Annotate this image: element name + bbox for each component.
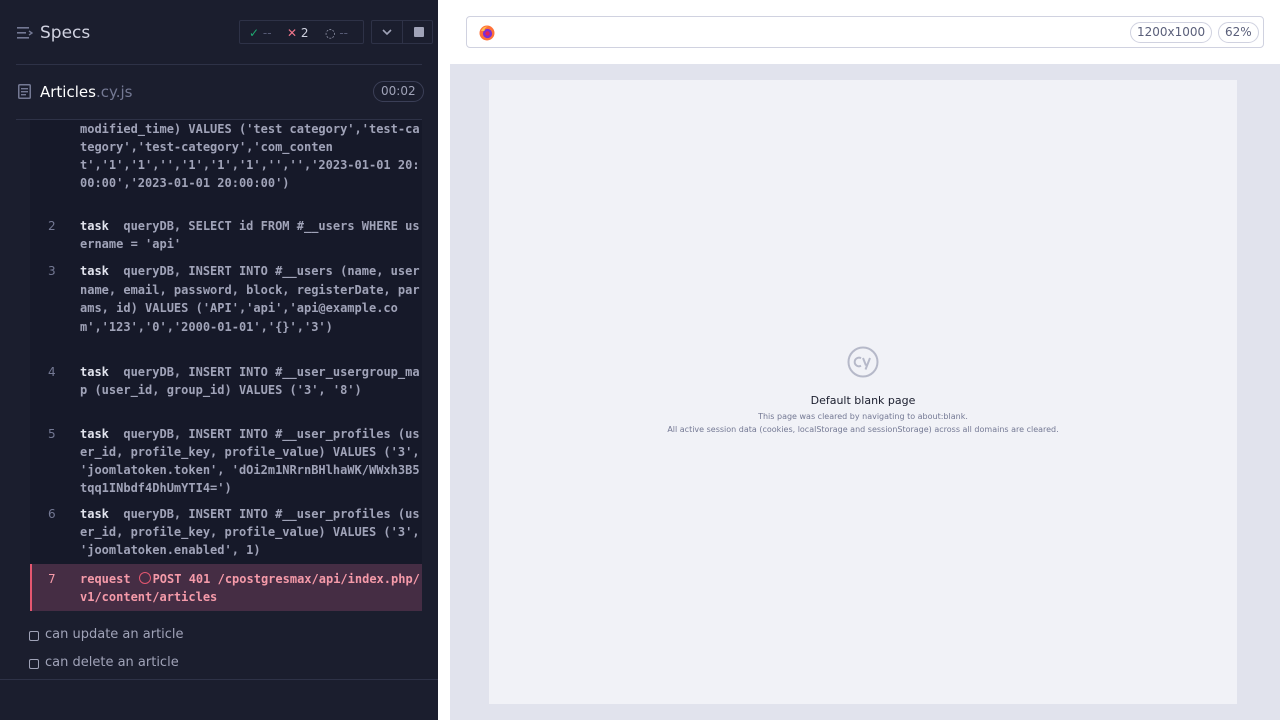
pending-count: -- xyxy=(339,26,348,40)
command-text: task queryDB, INSERT INTO #__user_profil… xyxy=(80,425,420,497)
file-icon xyxy=(18,84,31,99)
failed-command-row[interactable]: 7 request POST 401 /cpostgresmax/api/inde… xyxy=(30,564,422,611)
command-name: task xyxy=(80,507,109,521)
spec-file-ext: .cy.js xyxy=(95,83,133,101)
command-text: request POST 401 /cpostgresmax/api/index.… xyxy=(80,570,420,606)
command-log[interactable]: modified_time) VALUES ('test category','… xyxy=(30,120,422,611)
command-name: request xyxy=(80,572,131,586)
test-pending-icon xyxy=(29,659,39,669)
command-message: queryDB, INSERT INTO #__users (name, use… xyxy=(80,264,420,334)
error-circle-icon xyxy=(138,572,151,584)
firefox-icon xyxy=(479,25,495,41)
spec-duration: 00:02 xyxy=(373,81,424,102)
command-text: task queryDB, INSERT INTO #__users (name… xyxy=(80,262,420,336)
command-name: task xyxy=(80,427,109,441)
test-label: can update an article xyxy=(45,627,184,642)
command-message: queryDB, INSERT INTO #__user_usergroup_m… xyxy=(80,365,420,397)
aut-header: 1200x1000 62% xyxy=(450,0,1280,64)
blank-page-message: This page was cleared by navigating to a… xyxy=(758,412,968,421)
command-message: queryDB, INSERT INTO #__user_profiles (u… xyxy=(80,507,420,557)
aut-stage: Default blank page This page was cleared… xyxy=(450,64,1280,720)
run-controls xyxy=(371,20,433,44)
spinner-icon: ◌ xyxy=(325,26,336,40)
command-message: queryDB, INSERT INTO #__user_profiles (u… xyxy=(80,427,420,495)
failed-stat: ✕ 2 xyxy=(287,25,309,41)
list-icon[interactable] xyxy=(17,26,33,40)
specs-header: Specs ✓ -- ✕ 2 ◌ -- xyxy=(0,0,438,64)
stop-icon[interactable] xyxy=(414,27,424,37)
command-name: task xyxy=(80,264,109,278)
blank-page-session-note: All active session data (cookies, localS… xyxy=(667,425,1059,434)
specs-title[interactable]: Specs xyxy=(40,23,90,43)
test-pending-icon xyxy=(29,631,39,641)
command-name: task xyxy=(80,365,109,379)
passed-stat: ✓ -- xyxy=(249,25,272,41)
panel-resize-handle[interactable] xyxy=(438,0,450,720)
aut-iframe[interactable]: Default blank page This page was cleared… xyxy=(489,80,1237,704)
x-icon: ✕ xyxy=(287,26,298,40)
header-divider xyxy=(16,64,422,65)
zoom-badge[interactable]: 62% xyxy=(1218,22,1259,43)
blank-page-title: Default blank page xyxy=(810,394,916,407)
command-number: 4 xyxy=(48,365,56,379)
command-number: 7 xyxy=(48,572,56,586)
command-text: task queryDB, SELECT id FROM #__users WH… xyxy=(80,217,420,253)
spec-file-row: Articles.cy.js 00:02 xyxy=(0,72,438,112)
spec-file-basename: Articles xyxy=(40,83,96,101)
url-bar[interactable]: 1200x1000 62% xyxy=(466,16,1264,48)
reporter-panel: Specs ✓ -- ✕ 2 ◌ -- Articles.cy.js 00:02… xyxy=(0,0,438,720)
test-label: can delete an article xyxy=(45,655,179,670)
viewport-size-badge[interactable]: 1200x1000 xyxy=(1130,22,1213,43)
failed-count: 2 xyxy=(300,26,309,40)
pending-stat: ◌ -- xyxy=(325,25,348,41)
command-message: queryDB, SELECT id FROM #__users WHERE u… xyxy=(80,219,420,251)
command-text: modified_time) VALUES ('test category','… xyxy=(80,122,420,190)
command-number: 5 xyxy=(48,427,56,441)
command-name: task xyxy=(80,219,109,233)
test-stats: ✓ -- ✕ 2 ◌ -- xyxy=(239,20,364,44)
spec-file-name[interactable]: Articles.cy.js xyxy=(40,83,132,101)
check-icon: ✓ xyxy=(249,26,260,40)
bottom-divider xyxy=(0,679,438,680)
command-text: task queryDB, INSERT INTO #__user_profil… xyxy=(80,505,420,559)
command-number: 2 xyxy=(48,219,56,233)
cypress-logo-icon xyxy=(847,346,879,378)
chevron-down-icon[interactable] xyxy=(381,26,393,38)
command-number: 6 xyxy=(48,507,56,521)
command-text: task queryDB, INSERT INTO #__user_usergr… xyxy=(80,363,420,399)
passed-count: -- xyxy=(262,26,272,40)
control-divider xyxy=(402,21,403,43)
command-number: 3 xyxy=(48,264,56,278)
